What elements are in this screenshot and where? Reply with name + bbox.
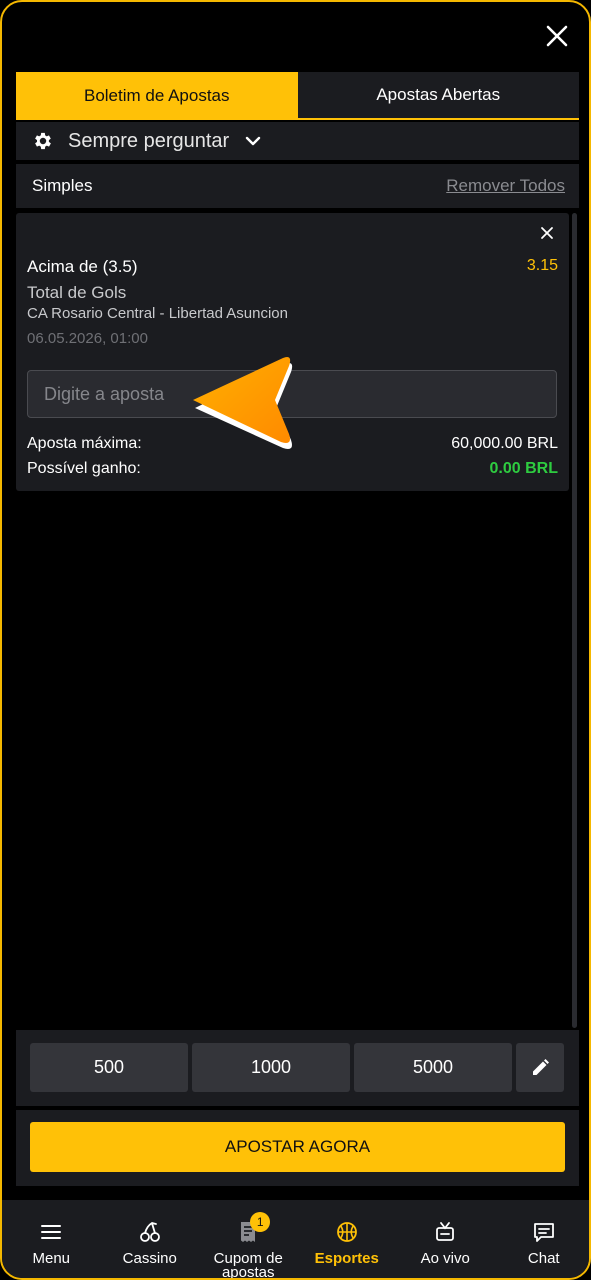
- bet-type-label: Simples: [32, 176, 93, 195]
- nav-item-bet-slip[interactable]: 1 Cupom de apostas: [199, 1200, 298, 1280]
- remove-all-link[interactable]: Remover Todos: [446, 176, 565, 196]
- bottom-nav: Menu Cassino 1 Cupom de apostas Esportes: [2, 1200, 590, 1280]
- bet-slip-tabs: Boletim de Apostas Apostas Abertas: [16, 72, 579, 120]
- max-bet-row: Aposta máxima: 60,000.00 BRL: [27, 435, 558, 453]
- possible-win-label: Possível ganho:: [27, 460, 141, 477]
- nav-label: Chat: [527, 1250, 560, 1267]
- odds-value: 3.15: [526, 257, 558, 274]
- event-datetime: 06.05.2026, 01:00: [27, 330, 148, 347]
- quick-stake-button[interactable]: 5000: [354, 1043, 512, 1092]
- tab-open-bets[interactable]: Apostas Abertas: [297, 72, 579, 120]
- bet-type-row: Simples Remover Todos: [16, 164, 579, 208]
- possible-win-value: 0.00 BRL: [489, 460, 558, 477]
- cherries-icon: [139, 1222, 160, 1242]
- nav-item-casino[interactable]: Cassino: [101, 1200, 200, 1278]
- nav-label: Cupom de apostas: [213, 1250, 283, 1280]
- chevron-down-icon: [246, 136, 261, 146]
- bet-card: Acima de (3.5) 3.15 Total de Gols CA Ros…: [16, 213, 569, 491]
- menu-icon: [41, 1225, 62, 1239]
- remove-bet-icon[interactable]: [539, 225, 555, 241]
- close-icon[interactable]: [543, 22, 571, 50]
- odds-setting-label: Sempre perguntar: [68, 129, 230, 152]
- chat-icon: [533, 1223, 554, 1242]
- quick-stake-button[interactable]: 500: [30, 1043, 188, 1092]
- place-bet-panel: APOSTAR AGORA: [16, 1110, 579, 1186]
- bet-slip-screen: Boletim de Apostas Apostas Abertas Sempr…: [0, 0, 591, 1280]
- scrollbar[interactable]: [572, 213, 577, 1028]
- tab-bet-slip[interactable]: Boletim de Apostas: [16, 72, 298, 120]
- gear-icon: [35, 132, 51, 150]
- nav-label: Menu: [32, 1250, 71, 1267]
- quick-stake-button[interactable]: 1000: [192, 1043, 350, 1092]
- nav-item-live[interactable]: Ao vivo: [396, 1200, 495, 1278]
- pencil-icon: [533, 1058, 549, 1075]
- bet-count-badge: 1: [250, 1212, 271, 1232]
- live-icon: [436, 1222, 455, 1241]
- event-name: CA Rosario Central - Libertad Asuncion: [27, 305, 288, 322]
- nav-item-sports[interactable]: Esportes: [298, 1200, 397, 1278]
- basketball-icon: [336, 1222, 357, 1242]
- quick-stake-panel: 500 1000 5000: [16, 1030, 579, 1106]
- odds-change-setting[interactable]: Sempre perguntar: [16, 122, 579, 160]
- max-bet-label: Aposta máxima:: [27, 435, 142, 452]
- nav-label: Esportes: [314, 1250, 379, 1267]
- nav-label: Cassino: [122, 1250, 177, 1267]
- selection-name: Acima de (3.5): [27, 257, 138, 276]
- max-bet-value: 60,000.00 BRL: [451, 435, 558, 452]
- market-name: Total de Gols: [27, 283, 127, 302]
- nav-label: Ao vivo: [420, 1250, 470, 1267]
- nav-item-chat[interactable]: Chat: [495, 1200, 590, 1278]
- stake-input[interactable]: [27, 370, 557, 418]
- edit-stakes-button[interactable]: [516, 1043, 564, 1092]
- possible-win-row: Possível ganho: 0.00 BRL: [27, 460, 558, 478]
- selection-row: Acima de (3.5) 3.15: [27, 257, 558, 277]
- place-bet-button[interactable]: APOSTAR AGORA: [30, 1122, 565, 1172]
- nav-item-menu[interactable]: Menu: [2, 1200, 101, 1278]
